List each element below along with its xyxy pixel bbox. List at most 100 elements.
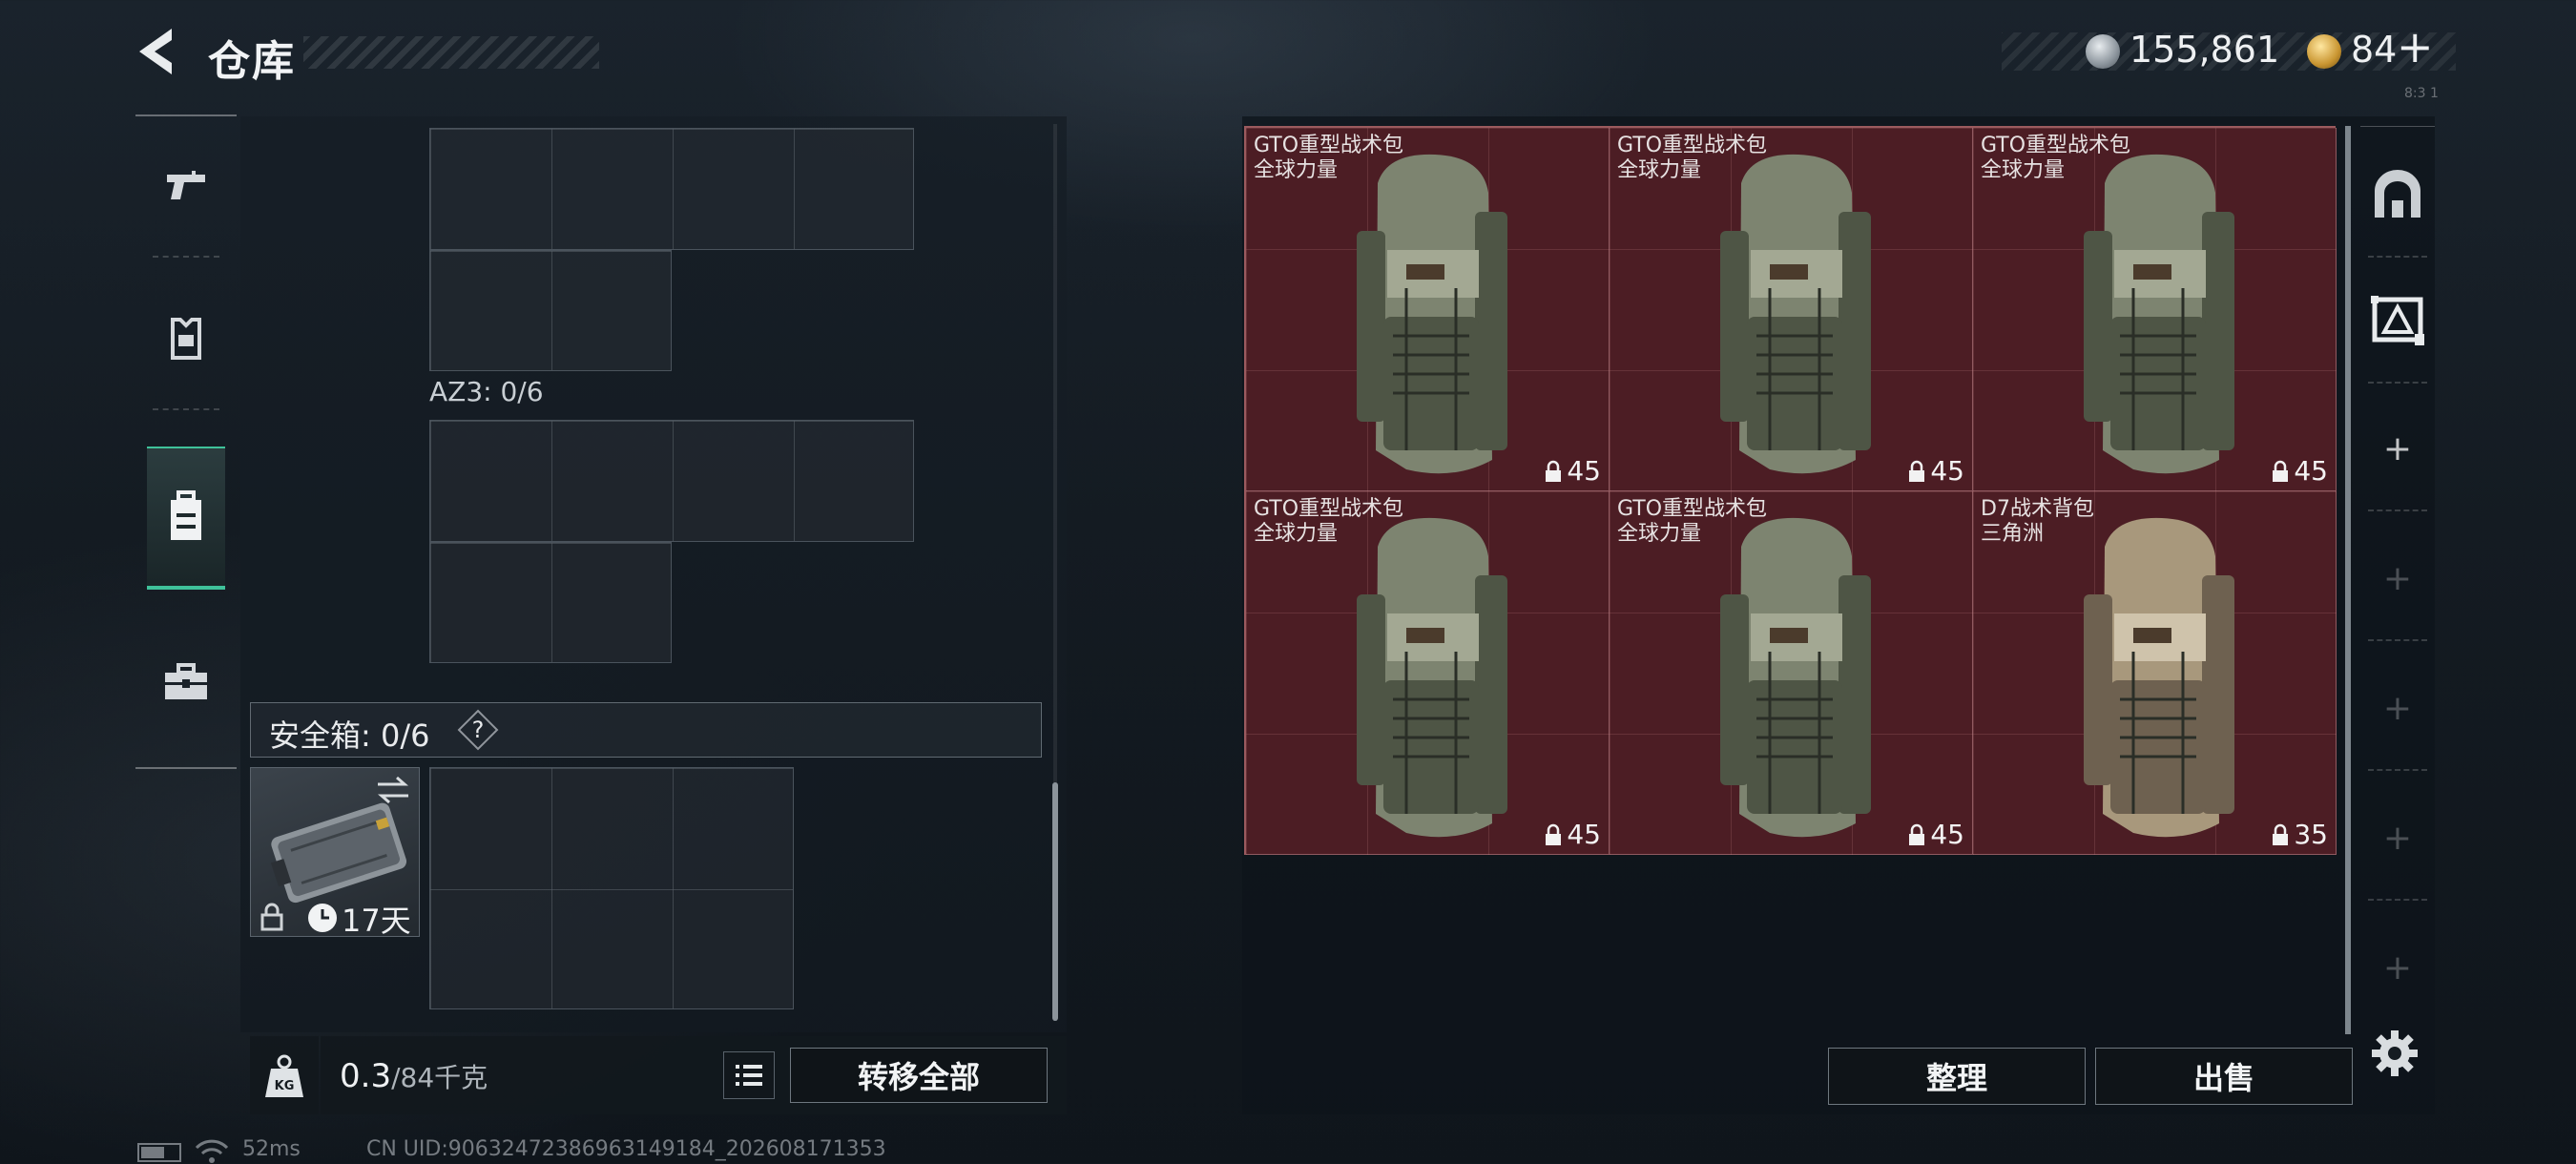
back-arrow-icon — [139, 29, 172, 74]
silver-coin-icon — [2086, 34, 2120, 69]
az3-grid-bottom[interactable] — [429, 542, 672, 663]
item-name: GTO重型战术包 — [1617, 497, 1768, 521]
help-button[interactable]: ? — [456, 708, 500, 752]
capacity-lock-icon — [1546, 823, 1562, 845]
item-name: GTO重型战术包 — [1254, 134, 1404, 157]
stash-tabs-top-edge — [2360, 126, 2435, 127]
item-source: 全球力量 — [1254, 158, 1339, 182]
item-capacity-value: 45 — [1567, 455, 1601, 487]
category-tab-weapons[interactable] — [147, 114, 225, 258]
help-icon: ? — [457, 709, 499, 751]
svg-text:?: ? — [472, 717, 485, 743]
item-capacity: 45 — [1907, 819, 1964, 850]
capacity-lock-icon — [1909, 460, 1925, 482]
backpack-icon — [171, 490, 201, 540]
item-name: GTO重型战术包 — [1617, 134, 1768, 157]
wifi-icon — [195, 1139, 229, 1164]
az3-grid-top[interactable] — [429, 420, 914, 542]
item-capacity-value: 45 — [1930, 455, 1964, 487]
sell-button[interactable]: 出售 — [2095, 1048, 2353, 1105]
carry-weight: 0.3/84千克 — [340, 1057, 488, 1095]
az3-capacity-label: AZ3: 0/6 — [429, 376, 544, 407]
backpack-item-icon — [2084, 517, 2234, 838]
ping-readout: 52ms — [242, 1137, 301, 1161]
backpack-item-icon — [1720, 154, 1871, 474]
stash-tab-add-2: + — [2360, 515, 2435, 641]
gold-coin-icon — [2307, 34, 2341, 69]
category-sidebar — [135, 114, 237, 769]
stash-tab-main[interactable] — [2360, 132, 2435, 258]
user-uid: CN UID:9063247238696314​9184_20260817135… — [366, 1137, 886, 1161]
pouch-grid-upper-lower[interactable] — [429, 250, 672, 371]
stash-item-cell[interactable]: GTO重型战术包 全球力量 45 — [1610, 128, 1973, 491]
backpack-item-icon — [1720, 517, 1871, 838]
list-view-button[interactable] — [723, 1051, 775, 1099]
category-tab-armor[interactable] — [147, 267, 225, 410]
item-capacity-value: 45 — [2294, 455, 2328, 487]
item-capacity-value: 45 — [1930, 819, 1964, 850]
backpack-item-icon — [1357, 517, 1507, 838]
sort-button[interactable]: 整理 — [1828, 1048, 2086, 1105]
weight-icon: KG — [263, 1053, 305, 1099]
item-source: 全球力量 — [1617, 522, 1702, 546]
carry-weight-max: /84千克 — [391, 1062, 488, 1093]
plus-icon: + — [2382, 558, 2413, 598]
silver-currency-value: 155,861 — [2129, 29, 2280, 71]
stash-item-cell[interactable]: GTO重型战术包 全球力量 45 — [1246, 128, 1610, 491]
title-decoration — [303, 36, 599, 69]
back-button[interactable] — [134, 25, 187, 78]
plus-icon: + — [2382, 818, 2413, 858]
swap-icon[interactable] — [374, 775, 412, 805]
stash-tab-add-1[interactable]: + — [2360, 385, 2435, 511]
warehouse-icon — [2375, 170, 2420, 218]
item-name: GTO重型战术包 — [1981, 134, 2131, 157]
gear-icon — [2372, 1030, 2418, 1076]
plus-icon: + — [2382, 428, 2413, 468]
stash-item-cell[interactable]: GTO重型战术包 全球力量 45 — [1973, 128, 2337, 491]
stash-item-cell[interactable]: D7战术背包 三角洲 35 — [1973, 491, 2337, 855]
stash-tab-add-4: + — [2360, 775, 2435, 901]
gold-currency-value: 84 — [2351, 29, 2398, 71]
stash-scrollbar[interactable] — [2345, 126, 2351, 1034]
stash-grid: GTO重型战术包 全球力量 45 GTO重型战术包 全球力量 45 GTO重型战术包 全球力量… — [1244, 126, 2337, 855]
item-capacity: 35 — [2271, 819, 2328, 850]
item-source: 三角洲 — [1981, 522, 2045, 546]
capacity-lock-icon — [1909, 823, 1925, 845]
stash-tab-add-3: + — [2360, 645, 2435, 771]
category-tab-backpacks[interactable] — [147, 447, 225, 590]
backpack-item-icon — [1357, 154, 1507, 474]
transfer-all-button[interactable]: 转移全部 — [790, 1048, 1048, 1103]
loadout-icon — [2371, 296, 2424, 345]
container-scrollbar[interactable] — [1052, 782, 1058, 1021]
item-capacity: 45 — [2271, 455, 2328, 487]
stash-item-cell[interactable]: GTO重型战术包 全球力量 45 — [1246, 491, 1610, 855]
lock-icon — [260, 903, 284, 931]
safe-box-time-remaining: 17天 — [342, 903, 411, 939]
item-capacity: 45 — [1544, 819, 1601, 850]
capacity-lock-icon — [1546, 460, 1562, 482]
toolbox-icon — [165, 663, 207, 699]
corner-code: 8:3 1 — [2404, 86, 2439, 101]
stash-item-cell[interactable]: GTO重型战术包 全球力量 45 — [1610, 491, 1973, 855]
carry-weight-current: 0.3 — [340, 1057, 392, 1095]
item-capacity-value: 35 — [2294, 819, 2328, 850]
item-capacity-value: 45 — [1567, 819, 1601, 850]
item-capacity: 45 — [1544, 455, 1601, 487]
item-name: D7战术背包 — [1981, 497, 2094, 521]
page-title: 仓库 — [208, 37, 296, 86]
safe-box-capacity-label: 安全箱: 0/6 — [269, 717, 430, 754]
stash-tab-loadout[interactable] — [2360, 258, 2435, 384]
category-tab-tools[interactable] — [147, 611, 225, 754]
item-source: 全球力量 — [1617, 158, 1702, 182]
settings-button[interactable] — [2370, 1029, 2420, 1078]
pouch-grid-upper-row[interactable] — [429, 128, 914, 250]
add-currency-button[interactable]: + — [2397, 21, 2434, 73]
item-name: GTO重型战术包 — [1254, 497, 1404, 521]
safe-box-grid[interactable] — [429, 767, 794, 1009]
item-source: 全球力量 — [1981, 158, 2066, 182]
stash-tab-add-5: + — [2360, 904, 2435, 1030]
plus-icon: + — [2382, 947, 2413, 987]
battery-icon — [137, 1143, 181, 1162]
clock-icon — [307, 903, 338, 933]
list-icon — [736, 1065, 762, 1086]
